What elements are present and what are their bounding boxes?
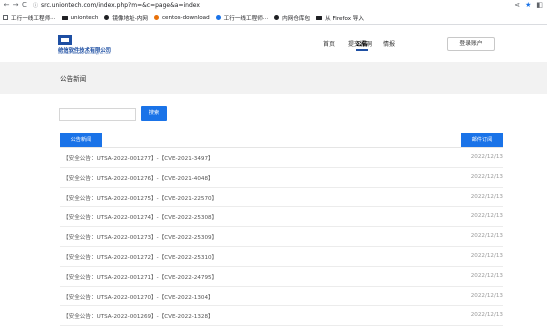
globe-icon [274,15,280,20]
list-header: 公告新闻 邮件订阅 [60,133,503,148]
item-date: 2022/12/13 [470,312,503,319]
browser-actions: ⋖ ★ ◧ [514,0,543,11]
logo-text-en: UnionTech Software Technology Co., Ltd. [58,52,111,55]
list-item[interactable]: 【安全公告：UTSA-2022-001275】-【CVE-2021-22570】… [60,188,503,208]
login-button[interactable]: 登录账户 [447,37,495,51]
bookmark-item[interactable]: 从 Firefox 导入 [316,14,364,22]
forward-arrow-icon[interactable]: → [11,0,20,11]
item-title[interactable]: 【安全公告：UTSA-2022-001275】-【CVE-2021-22570】 [63,194,217,202]
item-title[interactable]: 【安全公告：UTSA-2022-001271】-【CVE-2022-24795】 [63,273,217,281]
reload-icon[interactable]: C [20,0,29,11]
search-button[interactable]: 搜索 [141,106,167,121]
item-date: 2022/12/13 [470,154,503,160]
site-favicon-icon [215,15,221,20]
item-title[interactable]: 【安全公告：UTSA-2022-001274】-【CVE-2022-25308】 [63,213,217,221]
item-date: 2022/12/13 [470,292,503,299]
tab-announcements[interactable]: 公告新闻 [60,133,102,147]
item-title[interactable]: 【安全公告：UTSA-2022-001273】-【CVE-2022-25309】 [63,233,217,241]
folder-icon [316,15,323,20]
bookmark-item[interactable]: centos-download [153,15,210,21]
item-date: 2022/12/13 [470,213,503,220]
list-item[interactable]: 【安全公告：UTSA-2022-001273】-【CVE-2022-25309】… [60,227,503,247]
bookmark-item[interactable]: 镜像地址-内网 [104,14,148,22]
list-item[interactable]: 【安全公告：UTSA-2022-001271】-【CVE-2022-24795】… [60,267,503,287]
list-item[interactable]: 【安全公告：UTSA-2022-001276】-【CVE-2021-4048】 2… [60,168,503,188]
page-banner: 公告新闻 [0,62,547,94]
bookmark-item[interactable]: 工行一线工程师··· [3,14,56,22]
share-icon[interactable]: ⋖ [514,0,520,11]
nav-home[interactable]: 首页 [323,39,335,48]
back-arrow-icon[interactable]: ← [2,0,11,11]
item-title[interactable]: 【安全公告：UTSA-2022-001269】-【CVE-2022-1328】 [63,312,214,320]
page-title: 公告新闻 [60,75,87,83]
page-icon [3,15,8,20]
nav-announcements[interactable]: 公告 [356,39,368,48]
list-item[interactable]: 【安全公告：UTSA-2022-001272】-【CVE-2022-25310】… [60,247,503,267]
url-field[interactable]: ⓘ src.uniontech.com/index.php?m=&c=page&a… [33,0,200,12]
list-item[interactable]: 【安全公告：UTSA-2022-001269】-【CVE-2022-1328】 2… [60,306,503,327]
nav-intel[interactable]: 情报 [383,39,395,48]
browser-address-bar: ← → C ⓘ src.uniontech.com/index.php?m=&c=… [0,0,547,11]
item-title[interactable]: 【安全公告：UTSA-2022-001277】-【CVE-2021-3497】 [63,154,214,162]
list-item[interactable]: 【安全公告：UTSA-2022-001270】-【CVE-2022-1304】 2… [60,287,503,307]
list-item[interactable]: 【安全公告：UTSA-2022-001277】-【CVE-2021-3497】 2… [60,148,503,168]
nav-active-underline [356,49,368,51]
site-favicon-icon [153,15,159,20]
item-date: 2022/12/13 [470,193,503,200]
item-date: 2022/12/13 [470,233,503,240]
search-input[interactable] [59,108,136,121]
url-text: src.uniontech.com/index.php?m=&c=page&a=… [41,1,200,9]
bookmarks-bar: 工行一线工程师··· uniontech 镜像地址-内网 centos-down… [0,11,547,25]
item-date: 2022/12/13 [470,272,503,279]
bookmark-item[interactable]: 内网仓库包 [274,14,310,22]
item-title[interactable]: 【安全公告：UTSA-2022-001270】-【CVE-2022-1304】 [63,293,214,301]
sidebar-toggle-icon[interactable]: ◧ [536,0,543,11]
folder-icon [61,15,68,20]
globe-icon [104,15,110,20]
item-title[interactable]: 【安全公告：UTSA-2022-001272】-【CVE-2022-25310】 [63,253,217,261]
info-icon[interactable]: ⓘ [33,3,38,9]
subscribe-button[interactable]: 邮件订阅 [461,133,503,147]
list-item[interactable]: 【安全公告：UTSA-2022-001274】-【CVE-2022-25308】… [60,207,503,228]
bookmark-item[interactable]: 工行一线工程师··· [215,14,268,22]
item-date: 2022/12/13 [470,173,503,180]
bookmark-item[interactable]: uniontech [61,15,98,21]
star-icon[interactable]: ★ [525,0,531,11]
site-header: 统信软件技术有限公司 UnionTech Software Technology… [0,26,547,62]
item-title[interactable]: 【安全公告：UTSA-2022-001276】-【CVE-2021-4048】 [63,174,214,182]
item-date: 2022/12/13 [470,252,503,259]
announcement-list: 【安全公告：UTSA-2022-001277】-【CVE-2021-3497】 2… [60,148,503,327]
